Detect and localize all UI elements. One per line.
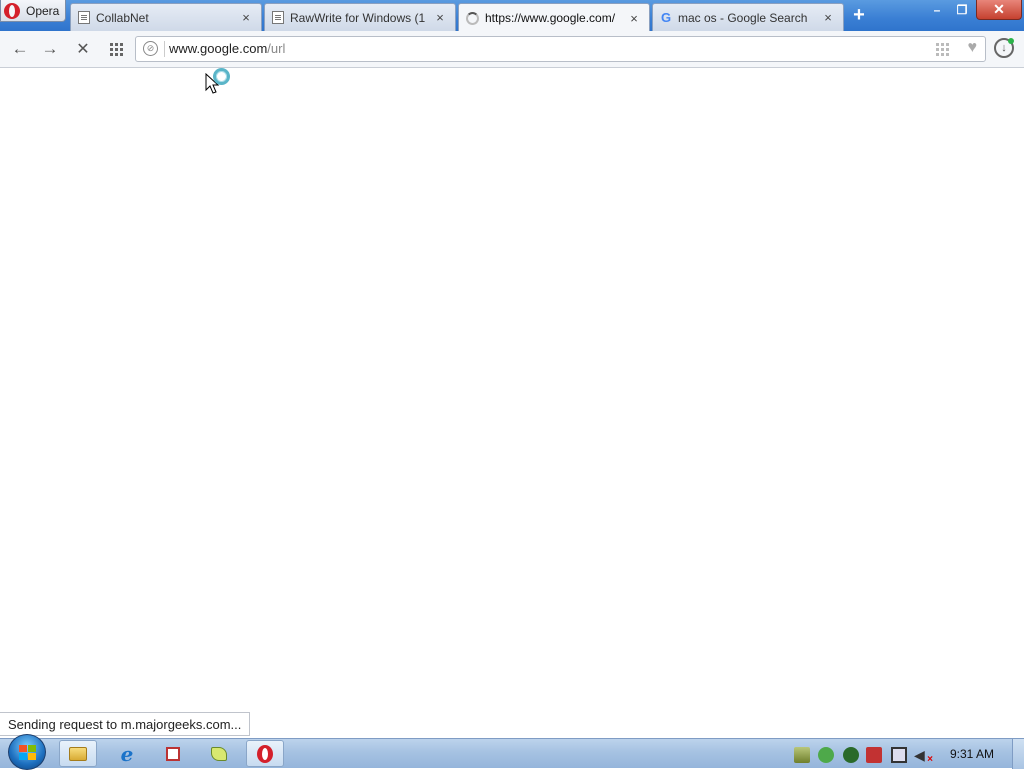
tab-google-loading[interactable]: https://www.google.com/ × — [458, 3, 650, 32]
volume-muted-icon[interactable]: ◀ × — [914, 747, 933, 765]
address-path: /url — [267, 41, 286, 56]
google-icon: G — [660, 10, 672, 25]
taskbar-explorer-button[interactable] — [59, 740, 97, 767]
taskbar-internet-explorer-button[interactable]: e — [108, 740, 146, 767]
add-to-speed-dial-button[interactable] — [936, 43, 949, 56]
tab-label: RawWrite for Windows (1 — [290, 10, 429, 25]
tab-close-icon[interactable]: × — [821, 10, 835, 25]
tray-app-icon[interactable] — [794, 747, 810, 763]
tab-label: CollabNet — [96, 10, 149, 25]
download-arrow-icon: ↓ — [1001, 42, 1007, 54]
site-info-icon[interactable]: ⊘ — [143, 41, 158, 56]
folder-icon — [69, 746, 87, 761]
network-icon[interactable] — [891, 747, 907, 763]
minimize-button[interactable]: – — [926, 0, 948, 20]
busy-indicator-icon — [213, 68, 230, 85]
loading-spinner-icon — [466, 11, 479, 25]
app-icon — [211, 746, 227, 761]
maximize-button[interactable]: ❐ — [951, 0, 973, 20]
address-url[interactable]: www.google.com/url — [169, 41, 285, 56]
tab-collabnet[interactable]: CollabNet × — [70, 3, 262, 31]
stop-loading-button[interactable]: ✕ — [72, 38, 94, 60]
downloads-button[interactable]: ↓ — [994, 38, 1014, 58]
taskbar-app-button[interactable] — [154, 740, 192, 767]
tab-label: https://www.google.com/ — [485, 11, 616, 25]
tab-mac-os-search[interactable]: G mac os - Google Search × — [652, 3, 844, 31]
start-button[interactable] — [8, 734, 46, 770]
taskbar-clock[interactable]: 9:31 AM — [950, 747, 994, 761]
stash-heart-icon[interactable]: ♥ — [968, 39, 978, 57]
tray-media-icon[interactable] — [843, 747, 859, 763]
opera-logo-icon — [4, 2, 20, 19]
show-desktop-button[interactable] — [1012, 739, 1024, 769]
speed-dial-icon — [936, 43, 949, 56]
address-bar[interactable]: ⊘ www.google.com/url ♥ — [135, 36, 986, 62]
app-icon — [166, 746, 180, 761]
tray-app-icon[interactable] — [866, 747, 882, 763]
taskbar-app-button[interactable] — [200, 740, 238, 767]
speed-dial-icon — [109, 42, 123, 56]
speaker-icon: ◀ — [914, 747, 925, 763]
tab-close-icon[interactable]: × — [627, 11, 641, 26]
close-window-button[interactable]: ✕ — [976, 0, 1022, 20]
navigation-toolbar: ← → ✕ ⊘ www.google.com/url ♥ ↓ — [0, 31, 1024, 68]
opera-icon — [257, 744, 273, 763]
tab-close-icon[interactable]: × — [239, 10, 253, 25]
taskbar-opera-button[interactable] — [246, 740, 284, 767]
opera-menu-label: Opera — [26, 3, 60, 18]
tab-rawwrite[interactable]: RawWrite for Windows (1 × — [264, 3, 456, 31]
tab-close-icon[interactable]: × — [433, 10, 447, 25]
status-bar: Sending request to m.majorgeeks.com... — [0, 712, 251, 736]
page-content — [0, 68, 1024, 738]
tab-label: mac os - Google Search — [678, 10, 808, 25]
taskbar: e ◀ × 9:31 AM — [0, 734, 1024, 770]
status-text: Sending request to m.majorgeeks.com... — [8, 716, 242, 732]
new-tab-button[interactable]: + — [850, 5, 868, 25]
page-icon — [78, 11, 90, 24]
internet-explorer-icon: e — [120, 741, 134, 766]
forward-button[interactable]: → — [39, 38, 61, 60]
mute-x-icon: × — [927, 754, 933, 765]
tray-security-icon[interactable] — [818, 747, 834, 763]
address-separator — [164, 41, 165, 57]
opera-menu-button[interactable]: Opera — [0, 0, 66, 22]
speed-dial-button[interactable] — [105, 38, 127, 60]
page-icon — [272, 11, 284, 24]
title-bar: Opera CollabNet × RawWrite for Windows (… — [0, 0, 1024, 32]
download-status-dot — [1008, 38, 1014, 44]
windows-logo-icon — [19, 745, 36, 760]
address-host: www.google.com — [169, 41, 268, 56]
back-button[interactable]: ← — [9, 38, 31, 60]
